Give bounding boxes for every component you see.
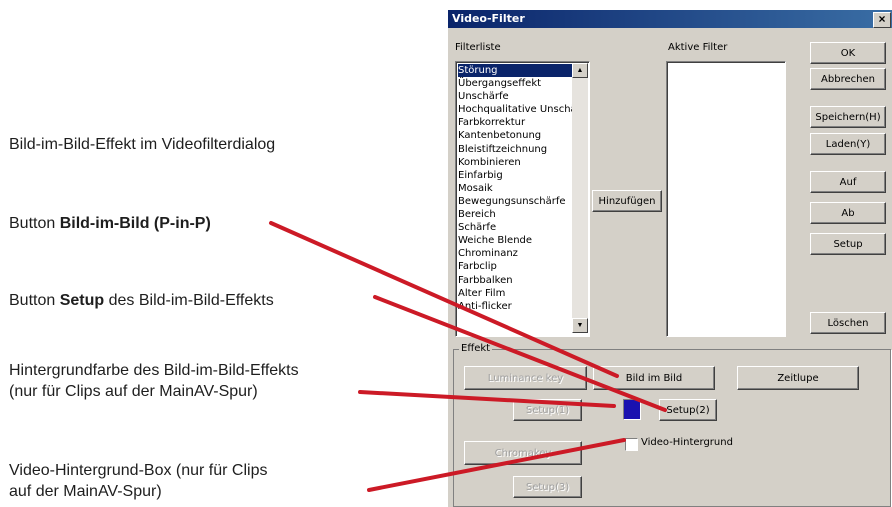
delete-button[interactable]: Löschen [810,312,886,334]
filter-list-item[interactable]: Kantenbetonung [458,129,572,142]
annotation-bgcolor-line1: Hintergrundfarbe des Bild-im-Bild-Effekt… [9,362,299,379]
setup1-button[interactable]: Setup(1) [513,399,582,421]
ok-button[interactable]: OK [810,42,886,64]
dialog-titlebar: Video-Filter × [448,10,892,28]
active-filters-listbox[interactable] [666,61,786,337]
filter-list-scrollbar[interactable]: ▲ ▼ [572,63,588,333]
filter-list-item[interactable]: Weiche Blende [458,234,572,247]
annotation-setup-name: Setup [59,292,105,309]
video-background-label: Video-Hintergrund [641,437,733,448]
filter-list-item[interactable]: Hochqualitative Unschä [458,103,572,116]
annotation-setup-button: Button Setup des Bild-im-Bild-Effekts [9,290,274,311]
filter-list-item[interactable]: Anti-flicker [458,300,572,313]
filter-listbox[interactable]: Störung Übergangseffekt Unschärfe Hochquali… [455,61,590,337]
slow-motion-button[interactable]: Zeitlupe [737,366,859,390]
filter-list-item[interactable]: Farbkorrektur [458,116,572,129]
annotation-pip-effect: Bild-im-Bild-Effekt im Videofilterdialog [9,136,276,153]
filter-list-item[interactable]: Bleistiftzeichnung [458,143,572,156]
annotation-videobg-line2: auf der MainAV-Spur) [9,483,162,500]
annotation-videobg-line1: Video-Hintergrund-Box (nur für Clips [9,462,268,479]
scroll-down-icon[interactable]: ▼ [572,318,588,333]
effect-group-title: Effekt [459,343,493,354]
filter-list-item[interactable]: Unschärfe [458,90,572,103]
luminance-key-button[interactable]: Luminance key [464,366,587,390]
setup1-label: Setup(1) [525,404,570,416]
save-button[interactable]: Speichern(H) [810,106,886,128]
filter-list-item[interactable]: Chrominanz [458,247,572,260]
setup3-button[interactable]: Setup(3) [513,476,582,498]
annotation-setup-suffix: des Bild-im-Bild-Effekts [104,292,274,309]
load-button[interactable]: Laden(Y) [810,133,886,155]
up-button[interactable]: Auf [810,171,886,193]
video-background-checkbox[interactable] [625,438,638,451]
filter-list-item[interactable]: Alter Film [458,287,572,300]
dialog-title: Video-Filter [452,12,525,25]
annotation-pip-button-prefix: Button [9,215,60,232]
active-filters-label: Aktive Filter [668,42,728,53]
filter-list-item[interactable]: Farbbalken [458,274,572,287]
down-button[interactable]: Ab [810,202,886,224]
filter-list-item[interactable]: Bewegungsunschärfe [458,195,572,208]
pip-button[interactable]: Bild im Bild [593,366,715,390]
filter-list-label: Filterliste [455,42,501,53]
chromakey-button[interactable]: Chromakey [464,441,582,465]
video-filter-dialog: Video-Filter × Filterliste Aktive Filter… [447,9,892,507]
filter-list-item[interactable]: Störung [458,64,572,78]
filter-list-item[interactable]: Bereich [458,208,572,221]
setup3-label: Setup(3) [525,481,570,493]
annotation-bgcolor-line2: (nur für Clips auf der MainAV-Spur) [9,383,258,400]
filter-list-item[interactable]: Kombinieren [458,156,572,169]
annotation-setup-prefix: Button [9,292,60,309]
setup2-button[interactable]: Setup(2) [659,399,717,421]
filter-list-item[interactable]: Einfarbig [458,169,572,182]
setup-button[interactable]: Setup [810,233,886,255]
filter-list-item[interactable]: Farbclip [458,260,572,273]
filter-list-item[interactable]: Übergangseffekt [458,77,572,90]
luminance-key-label: Luminance key [487,372,564,384]
pip-background-color-swatch[interactable] [623,399,641,420]
filter-list-item[interactable]: Schärfe [458,221,572,234]
add-filter-button[interactable]: Hinzufügen [592,190,662,212]
close-icon[interactable]: × [873,12,891,28]
filter-list-item[interactable]: Mosaik [458,182,572,195]
filter-list: Störung Übergangseffekt Unschärfe Hochquali… [458,64,572,313]
chromakey-label: Chromakey [494,447,552,459]
scroll-up-icon[interactable]: ▲ [572,63,588,78]
annotation-pip-button: Button Bild-im-Bild (P-in-P) [9,213,211,234]
cancel-button[interactable]: Abbrechen [810,68,886,90]
annotation-pip-button-name: Bild-im-Bild (P-in-P) [59,215,211,232]
